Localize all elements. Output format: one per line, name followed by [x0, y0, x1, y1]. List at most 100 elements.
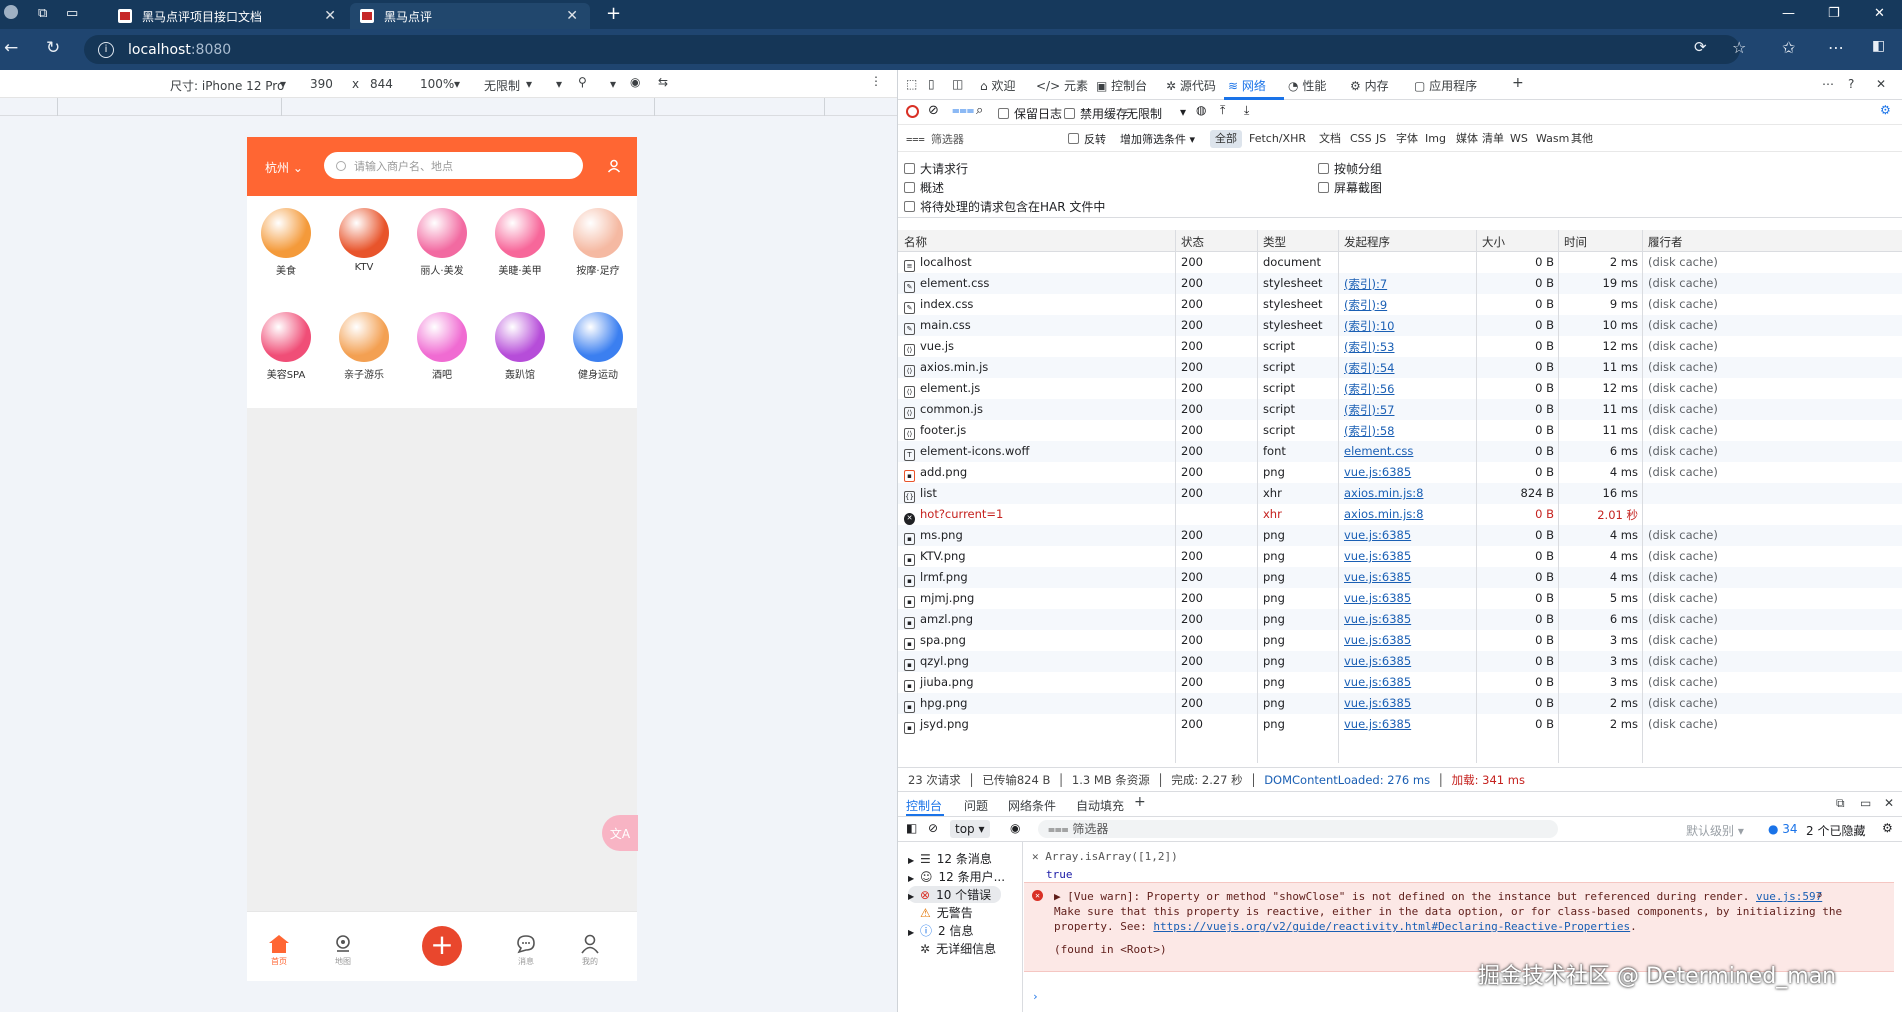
add-tab-icon[interactable]: +	[1512, 75, 1524, 91]
chevron-down-icon[interactable]: ▾	[610, 77, 616, 91]
category-item[interactable]: 亲子游乐	[325, 312, 403, 381]
more-icon[interactable]: ⋯	[1822, 77, 1834, 91]
category-item[interactable]: 轰趴馆	[481, 312, 559, 381]
cell-initiator[interactable]: (索引):53	[1344, 339, 1472, 355]
browser-tab-active[interactable]: 黑马点评 ✕	[350, 3, 590, 29]
inspect-icon[interactable]: ⬚	[906, 77, 917, 91]
more-options-icon[interactable]: ⋮	[870, 74, 882, 88]
expand-icon[interactable]: ▶	[908, 856, 920, 865]
url-field[interactable]: i localhost:8080	[84, 35, 1740, 64]
table-row[interactable]: ≡ localhost 200 document 0 B 2 ms (disk cache)	[898, 252, 1902, 273]
cell-initiator[interactable]: vue.js:6385	[1344, 612, 1472, 626]
table-row[interactable]: ▪ add.png 200 png vue.js:6385 0 B 4 ms (disk ca…	[898, 462, 1902, 483]
device-width-input[interactable]: 390	[310, 77, 333, 91]
footer-profile[interactable]: 我的	[565, 934, 615, 967]
search-icon[interactable]: ⌕	[976, 103, 983, 118]
table-row[interactable]: ▪ jsyd.png 200 png vue.js:6385 0 B 2 ms (disk c…	[898, 714, 1902, 735]
cell-initiator[interactable]: axios.min.js:8	[1344, 486, 1472, 500]
help-icon[interactable]: ?	[1848, 77, 1854, 91]
filter-type-chip[interactable]: 全部	[1210, 130, 1242, 148]
overview-checkbox[interactable]: 概述	[904, 179, 944, 196]
tab-sources[interactable]: ✲ 源代码	[1166, 77, 1216, 94]
favorite-star-icon[interactable]: ☆	[1732, 38, 1746, 57]
expand-icon[interactable]: ▶	[908, 892, 920, 901]
column-fulfilled-by[interactable]: 履行者	[1648, 234, 1683, 250]
cell-initiator[interactable]: (索引):57	[1344, 402, 1472, 418]
column-type[interactable]: 类型	[1263, 234, 1286, 250]
footer-home[interactable]: 首页	[254, 934, 304, 967]
cell-initiator[interactable]: vue.js:6385	[1344, 675, 1472, 689]
new-tab-icon[interactable]: +	[606, 3, 621, 24]
drawer-tab-autofill[interactable]: 自动填充	[1076, 797, 1124, 814]
category-item[interactable]: 美食	[247, 208, 325, 277]
category-item[interactable]: 丽人·美发	[403, 208, 481, 277]
eye-icon[interactable]: ◉	[1010, 821, 1020, 835]
back-icon[interactable]: ←	[4, 38, 18, 58]
category-item[interactable]: 酒吧	[403, 312, 481, 381]
table-row[interactable]: ⟨⟩ vue.js 200 script (索引):53 0 B 12 ms (disk ca…	[898, 336, 1902, 357]
table-row[interactable]: ✎ element.css 200 stylesheet (索引):7 0 B 19 ms (…	[898, 273, 1902, 294]
refresh-icon[interactable]: ↻	[46, 38, 60, 58]
sidebar-icon[interactable]: ◧	[1872, 38, 1885, 54]
cell-initiator[interactable]: axios.min.js:8	[1344, 507, 1472, 521]
console-sidebar-item[interactable]: ▶ ☰ 12 条消息	[908, 850, 992, 867]
invert-checkbox[interactable]: 反转	[1068, 131, 1106, 147]
zoom-select[interactable]: 100%	[420, 77, 454, 91]
source-link[interactable]: vue.js:597	[1756, 889, 1822, 904]
cell-initiator[interactable]: (索引):7	[1344, 276, 1472, 292]
export-har-icon[interactable]: ⤓	[1244, 103, 1249, 118]
column-status[interactable]: 状态	[1181, 234, 1204, 250]
table-row[interactable]: ▪ qzyl.png 200 png vue.js:6385 0 B 3 ms (disk c…	[898, 651, 1902, 672]
tab-console[interactable]: ▣ 控制台	[1096, 77, 1147, 94]
table-row[interactable]: ▪ hpg.png 200 png vue.js:6385 0 B 2 ms (disk ca…	[898, 693, 1902, 714]
device-toggle-icon[interactable]: ▯	[928, 77, 935, 91]
close-tab-icon[interactable]: ✕	[566, 8, 578, 24]
clear-console-icon[interactable]: ⊘	[928, 821, 938, 835]
category-item[interactable]: 美容SPA	[247, 312, 325, 381]
console-sidebar-item[interactable]: ⚠ 无警告	[908, 904, 973, 921]
add-icon[interactable]: +	[422, 926, 462, 966]
browser-tab[interactable]: 黑马点评项目接口文档 ✕	[108, 3, 348, 29]
filter-type-chip[interactable]: 字体	[1391, 130, 1423, 148]
column-name[interactable]: 名称	[904, 234, 927, 250]
console-sidebar-item[interactable]: ▶ ☺ 12 条用户...	[908, 868, 1005, 885]
context-select[interactable]: top ▾	[950, 820, 990, 838]
har-checkbox[interactable]: 将待处理的请求包含在HAR 文件中	[904, 198, 1105, 215]
translate-float-button[interactable]: 文A	[602, 815, 638, 851]
tab-performance[interactable]: ◔ 性能	[1288, 77, 1326, 94]
translate-icon[interactable]: ⟳	[1694, 38, 1707, 56]
filter-type-chip[interactable]: JS	[1371, 130, 1391, 148]
table-row[interactable]: ▪ jiuba.png 200 png vue.js:6385 0 B 3 ms (disk …	[898, 672, 1902, 693]
table-row[interactable]: ⟨⟩ common.js 200 script (索引):57 0 B 11 ms (disk…	[898, 399, 1902, 420]
table-row[interactable]: Telement-icons.woff 200 font element.css 0 B…	[898, 441, 1902, 462]
settings-gear-icon[interactable]: ⚙	[1880, 103, 1891, 117]
drawer-tab-network-conditions[interactable]: 网络条件	[1008, 797, 1056, 814]
footer-map[interactable]: 地图	[318, 934, 368, 967]
table-row[interactable]: ✎ main.css 200 stylesheet (索引):10 0 B 10 ms (di…	[898, 315, 1902, 336]
cell-initiator[interactable]: vue.js:6385	[1344, 717, 1472, 731]
expand-icon[interactable]: ▶	[1054, 890, 1061, 903]
cell-initiator[interactable]: vue.js:6385	[1344, 654, 1472, 668]
tab-network[interactable]: ≋ 网络	[1228, 77, 1266, 94]
table-row[interactable]: ▪ lrmf.png 200 png vue.js:6385 0 B 4 ms (disk c…	[898, 567, 1902, 588]
category-item[interactable]: 健身运动	[559, 312, 637, 381]
search-input[interactable]: 请输入商户名、地点	[324, 152, 583, 179]
undock-icon[interactable]: ⧉	[1836, 796, 1845, 811]
drawer-tab-console[interactable]: 控制台	[906, 797, 942, 814]
tab-application[interactable]: ▢ 应用程序	[1414, 77, 1477, 94]
city-selector[interactable]: 杭州 ⌄	[265, 159, 303, 176]
restore-icon[interactable]: ❐	[1828, 6, 1840, 21]
expand-icon[interactable]: ▶	[908, 874, 920, 883]
dock-icon[interactable]: ◫	[952, 77, 963, 91]
preserve-log-checkbox[interactable]: 保留日志	[998, 105, 1062, 122]
sidebar-toggle-icon[interactable]: ◧	[906, 821, 917, 835]
user-icon[interactable]	[607, 159, 621, 173]
console-sidebar-item[interactable]: ✲ 无详细信息	[908, 940, 996, 957]
close-window-icon[interactable]: ✕	[1874, 6, 1885, 21]
disable-cache-checkbox[interactable]: 禁用缓存	[1064, 105, 1128, 122]
cell-initiator[interactable]: vue.js:6385	[1344, 591, 1472, 605]
tab-actions-icon[interactable]: ▭	[66, 6, 78, 21]
device-select[interactable]: 尺寸: iPhone 12 Pro	[170, 77, 284, 94]
table-row[interactable]: ⟨⟩ axios.min.js 200 script (索引):54 0 B 11 ms (d…	[898, 357, 1902, 378]
eye-icon[interactable]: ◉	[630, 75, 640, 89]
